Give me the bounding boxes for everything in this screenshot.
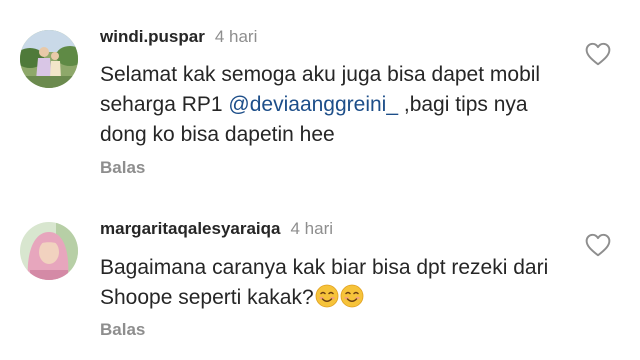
smiling-face-icon (315, 284, 339, 308)
smiling-face-icon (340, 284, 364, 308)
comment-header: margaritaqalesyaraiqa 4 hari (100, 219, 333, 243)
comment-text: Bagaimana caranya kak biar bisa dpt reze… (100, 256, 549, 309)
reply-button[interactable]: Balas (100, 158, 145, 178)
reply-button[interactable]: Balas (100, 320, 145, 340)
username[interactable]: windi.puspar (100, 27, 205, 46)
timestamp: 4 hari (290, 219, 334, 238)
username[interactable]: margaritaqalesyaraiqa (100, 219, 281, 238)
timestamp: 4 hari (214, 27, 258, 46)
avatar[interactable] (20, 30, 78, 88)
avatar[interactable] (20, 222, 78, 280)
heart-icon[interactable] (585, 42, 611, 66)
comment-text: Selamat kak semoga aku juga bisa dapet m… (100, 63, 541, 146)
heart-icon[interactable] (585, 233, 611, 257)
mention-link[interactable]: @deviaanggreini_ (228, 93, 398, 116)
comment-header: windi.puspar 4 hari (100, 27, 257, 51)
